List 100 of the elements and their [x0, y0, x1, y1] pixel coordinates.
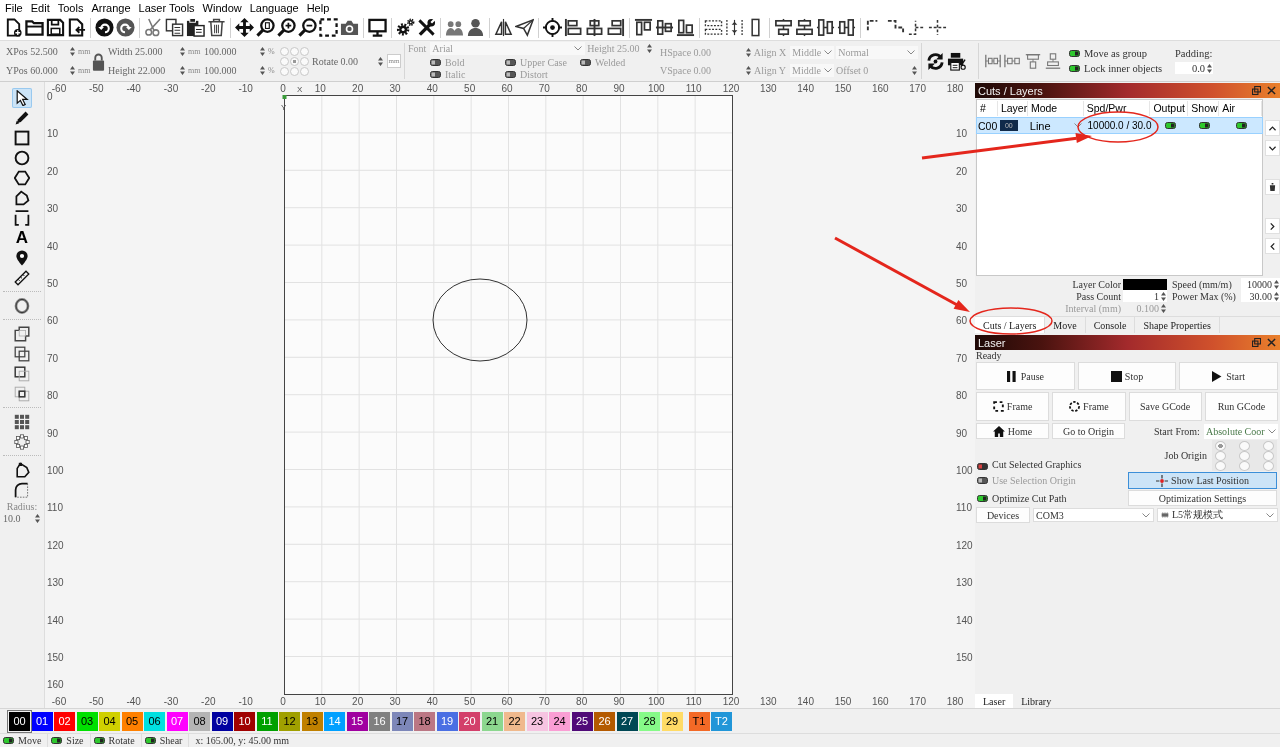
layer-color-swatch[interactable]: 06: [144, 711, 165, 731]
spin-arrows-icon[interactable]: [745, 47, 751, 57]
spin-arrows-icon[interactable]: [647, 44, 653, 53]
layer-color-swatch[interactable]: 15: [346, 711, 368, 731]
frame-button[interactable]: Frame: [976, 392, 1050, 421]
layer-color-swatch[interactable]: 23: [526, 711, 548, 731]
clipboard-icon[interactable]: [186, 18, 205, 37]
job-origin-radio[interactable]: [1239, 450, 1250, 461]
move-arrows-icon[interactable]: [235, 18, 254, 37]
weld-shapes-icon[interactable]: [12, 324, 32, 344]
center-bars-vertical-icon[interactable]: [816, 18, 835, 37]
spin-arrows-icon[interactable]: [35, 514, 40, 523]
circular-array-icon[interactable]: [12, 432, 32, 452]
restore-window-icon[interactable]: [1252, 338, 1261, 347]
layer-color-swatch[interactable]: 17: [391, 711, 413, 731]
ruler-icon[interactable]: [12, 268, 32, 288]
mode-dropdown[interactable]: Line: [1027, 118, 1084, 133]
job-origin-radio[interactable]: [1215, 440, 1226, 451]
optimization-settings-button[interactable]: Optimization Settings: [1128, 490, 1277, 506]
layer-color-swatch[interactable]: 04: [99, 711, 120, 731]
anchor-radio[interactable]: [280, 56, 289, 66]
close-icon[interactable]: [1267, 86, 1276, 95]
layer-color-swatch[interactable]: 20: [459, 711, 480, 731]
job-origin-radio[interactable]: [1263, 460, 1274, 471]
caret-icon[interactable]: [1142, 512, 1150, 518]
run-gcode-button[interactable]: Run GCode: [1204, 392, 1278, 421]
dashed-frame-icon[interactable]: [319, 18, 338, 37]
pass-count-field[interactable]: 1: [1123, 290, 1167, 302]
wrench-icon[interactable]: [417, 18, 436, 37]
spin-arrows-icon[interactable]: [1161, 303, 1166, 313]
previous-button[interactable]: [1264, 238, 1280, 254]
toggle-switch[interactable]: [3, 737, 14, 744]
menu-item[interactable]: File: [1, 0, 27, 15]
toggle-switch[interactable]: [93, 737, 105, 744]
layer-color-swatch[interactable]: 08: [189, 711, 210, 731]
spin-arrows-icon[interactable]: [180, 66, 185, 75]
layer-color-swatch[interactable]: 10: [234, 711, 255, 731]
toggle-switch[interactable]: [977, 494, 988, 502]
device-dropdown[interactable]: L5常规模式: [1157, 508, 1278, 522]
menu-item[interactable]: Tools: [53, 0, 88, 15]
scissors-icon[interactable]: [144, 18, 163, 37]
layer-color-swatch[interactable]: 24: [549, 711, 570, 731]
menu-item[interactable]: Laser Tools: [134, 0, 199, 15]
layer-color-swatch[interactable]: 29: [661, 711, 683, 731]
zoom-in-icon[interactable]: [277, 18, 296, 37]
folder-icon[interactable]: [25, 18, 44, 37]
size-field[interactable]: Width 25.000: [108, 45, 186, 58]
menu-item[interactable]: Arrange: [87, 0, 135, 15]
spin-arrows-icon[interactable]: [260, 47, 265, 56]
layer-color-swatch[interactable]: 00: [9, 711, 30, 731]
spin-arrows-icon[interactable]: [1161, 291, 1166, 301]
hexagon-icon[interactable]: [12, 168, 32, 188]
size-field[interactable]: Height 22.000: [108, 64, 186, 77]
move-up-button[interactable]: [1264, 120, 1280, 136]
power-max-field[interactable]: 30.00: [1241, 290, 1280, 302]
job-origin-radio[interactable]: [1263, 440, 1274, 451]
paper-plane-icon[interactable]: [515, 18, 534, 37]
spin-arrows-icon[interactable]: [1274, 291, 1279, 301]
menu-item[interactable]: Edit: [26, 0, 54, 15]
go-to-origin-button[interactable]: Go to Origin: [1052, 423, 1125, 439]
union-squares-icon[interactable]: [12, 344, 32, 364]
dashed-cross-icon[interactable]: [928, 18, 947, 37]
layer-color-swatch[interactable]: 09: [211, 711, 233, 731]
caret-icon[interactable]: [824, 49, 833, 55]
dashed-corner-cross-icon[interactable]: [907, 18, 926, 37]
align-left-icon[interactable]: [564, 18, 583, 37]
layer-color-swatch[interactable]: [1123, 278, 1167, 290]
square-icon[interactable]: [12, 128, 32, 148]
anchor-radio[interactable]: [300, 66, 309, 76]
job-origin-radio[interactable]: [1239, 460, 1250, 471]
position-field[interactable]: YPos 60.000: [6, 64, 76, 77]
spin-arrows-icon[interactable]: [70, 47, 75, 56]
speed-field[interactable]: 10000: [1241, 278, 1280, 290]
chevron-down-icon[interactable]: [1268, 145, 1276, 151]
caret-icon[interactable]: [1073, 123, 1082, 128]
layer-color-swatch[interactable]: 26: [594, 711, 615, 731]
new-file-icon[interactable]: [4, 18, 23, 37]
job-origin-radio[interactable]: [1215, 460, 1226, 471]
anchor-radio[interactable]: [300, 46, 309, 56]
panel-tab[interactable]: Move: [1045, 317, 1086, 333]
chevron-right-icon[interactable]: [1269, 222, 1275, 230]
ellipse-shape[interactable]: [432, 278, 528, 362]
stack-horizontal-icon[interactable]: [774, 18, 793, 37]
zoom-page-icon[interactable]: [256, 18, 275, 37]
save-icon[interactable]: [46, 18, 65, 37]
job-origin-radio[interactable]: [1215, 450, 1226, 461]
rotate-field[interactable]: Rotate 0.00: [312, 54, 384, 68]
align-right-icon[interactable]: [606, 18, 625, 37]
trash-icon[interactable]: [1268, 183, 1276, 191]
copy-icon[interactable]: [165, 18, 184, 37]
align-bottom-icon[interactable]: [676, 18, 695, 37]
stacked-base-icon[interactable]: [1044, 52, 1062, 70]
printer-icon[interactable]: [947, 51, 966, 71]
tool-layer-swatch[interactable]: T1: [688, 711, 710, 731]
grid-array-icon[interactable]: [12, 412, 32, 432]
toggle-switch[interactable]: [1069, 65, 1080, 72]
anchor-radio[interactable]: [280, 46, 289, 56]
job-origin-radio[interactable]: [1263, 450, 1274, 461]
text-tool-button[interactable]: A: [12, 228, 32, 248]
spin-arrows-icon[interactable]: [1274, 279, 1279, 289]
